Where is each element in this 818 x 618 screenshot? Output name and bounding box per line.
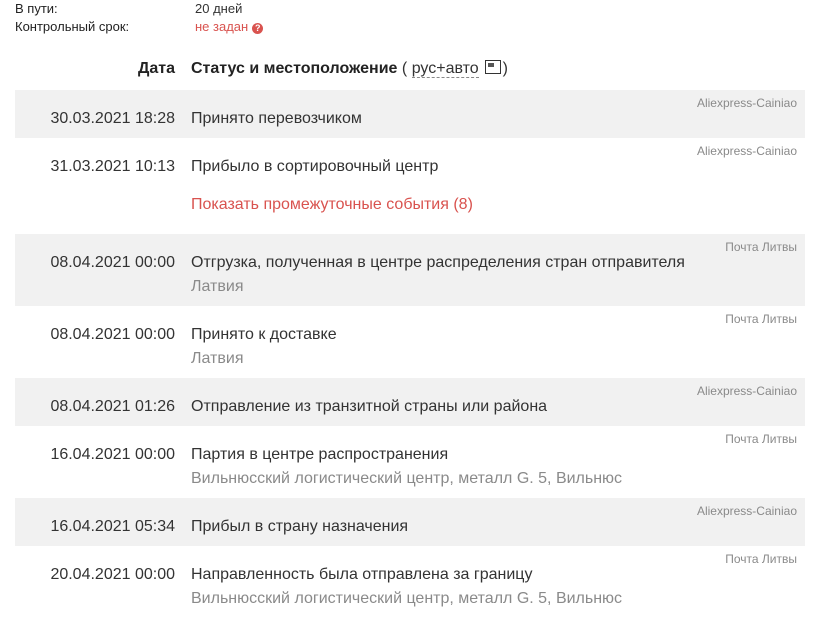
event-row: 20.04.2021 00:00 Направленность была отп… <box>15 546 805 618</box>
events-table-header: Дата Статус и местоположение ( рус+авто) <box>15 60 805 82</box>
event-date: 16.04.2021 05:34 <box>50 518 175 535</box>
event-carrier: Почта Литвы <box>725 312 797 326</box>
event-carrier: Aliexpress-Cainiao <box>696 384 797 398</box>
deadline-label: Контрольный срок: <box>15 19 130 34</box>
event-date: 16.04.2021 00:00 <box>50 446 175 463</box>
event-date: 08.04.2021 00:00 <box>50 254 175 271</box>
event-carrier: Aliexpress-Cainiao <box>696 96 797 110</box>
event-carrier: Почта Литвы <box>725 432 797 446</box>
status-column-title: Статус и местоположение <box>191 60 398 77</box>
event-carrier: Aliexpress-Cainiao <box>696 504 797 518</box>
event-status: Принято к доставке <box>191 326 337 343</box>
event-status: Прибыло в сортировочный центр <box>191 158 439 175</box>
show-intermediate-events: Показать промежуточные события (8) <box>15 186 805 234</box>
event-status: Отправление из транзитной страны или рай… <box>191 398 548 415</box>
event-date: 08.04.2021 00:00 <box>50 326 175 343</box>
event-location: Латвия <box>191 278 244 295</box>
close-paren: ) <box>502 60 508 77</box>
event-date: 30.03.2021 18:28 <box>50 110 175 127</box>
event-date: 20.04.2021 00:00 <box>50 566 175 583</box>
deadline-value: не задан <box>195 19 249 34</box>
event-location: Вильнюсский логистический центр, металл … <box>191 470 623 487</box>
help-icon[interactable]: ? <box>252 23 264 34</box>
events-list: 30.03.2021 18:28 Принято перевозчиком Al… <box>15 90 805 618</box>
event-row: 08.04.2021 01:26 Отправление из транзитн… <box>15 378 805 426</box>
event-status: Направленность была отправлена за границ… <box>191 566 533 583</box>
event-row: 31.03.2021 10:13 Прибыло в сортировочный… <box>15 138 805 186</box>
deadline-value-wrap: не задан? <box>195 18 264 36</box>
translate-flag-icon[interactable] <box>484 60 501 74</box>
event-carrier: Почта Литвы <box>725 240 797 254</box>
in-transit-label: В пути: <box>15 1 58 16</box>
date-column-header: Дата <box>137 60 175 77</box>
event-status: Партия в центре распространения <box>191 446 449 463</box>
status-column-header: Статус и местоположение ( рус+авто) <box>191 60 508 78</box>
event-location: Латвия <box>191 350 244 367</box>
event-row: 08.04.2021 00:00 Принято к доставке Латв… <box>15 306 805 378</box>
show-intermediate-events-link[interactable]: Показать промежуточные события (8) <box>191 196 473 214</box>
open-paren: ( <box>401 60 408 77</box>
event-date: 08.04.2021 01:26 <box>50 398 175 415</box>
event-row: 08.04.2021 00:00 Отгрузка, полученная в … <box>15 234 805 306</box>
event-row: 30.03.2021 18:28 Принято перевозчиком Al… <box>15 90 805 138</box>
event-status: Прибыл в страну назначения <box>191 518 409 535</box>
in-transit-value: 20 дней <box>195 1 243 16</box>
event-status: Принято перевозчиком <box>191 110 362 127</box>
event-status: Отгрузка, полученная в центре распределе… <box>191 254 685 271</box>
event-row: 16.04.2021 00:00 Партия в центре распрос… <box>15 426 805 498</box>
event-row: 16.04.2021 05:34 Прибыл в страну назначе… <box>15 498 805 546</box>
event-carrier: Aliexpress-Cainiao <box>696 144 797 158</box>
event-location: Вильнюсский логистический центр, металл … <box>191 590 623 607</box>
event-date: 31.03.2021 10:13 <box>50 158 175 175</box>
translate-toggle[interactable]: рус+авто <box>411 60 479 78</box>
event-carrier: Почта Литвы <box>725 552 797 566</box>
